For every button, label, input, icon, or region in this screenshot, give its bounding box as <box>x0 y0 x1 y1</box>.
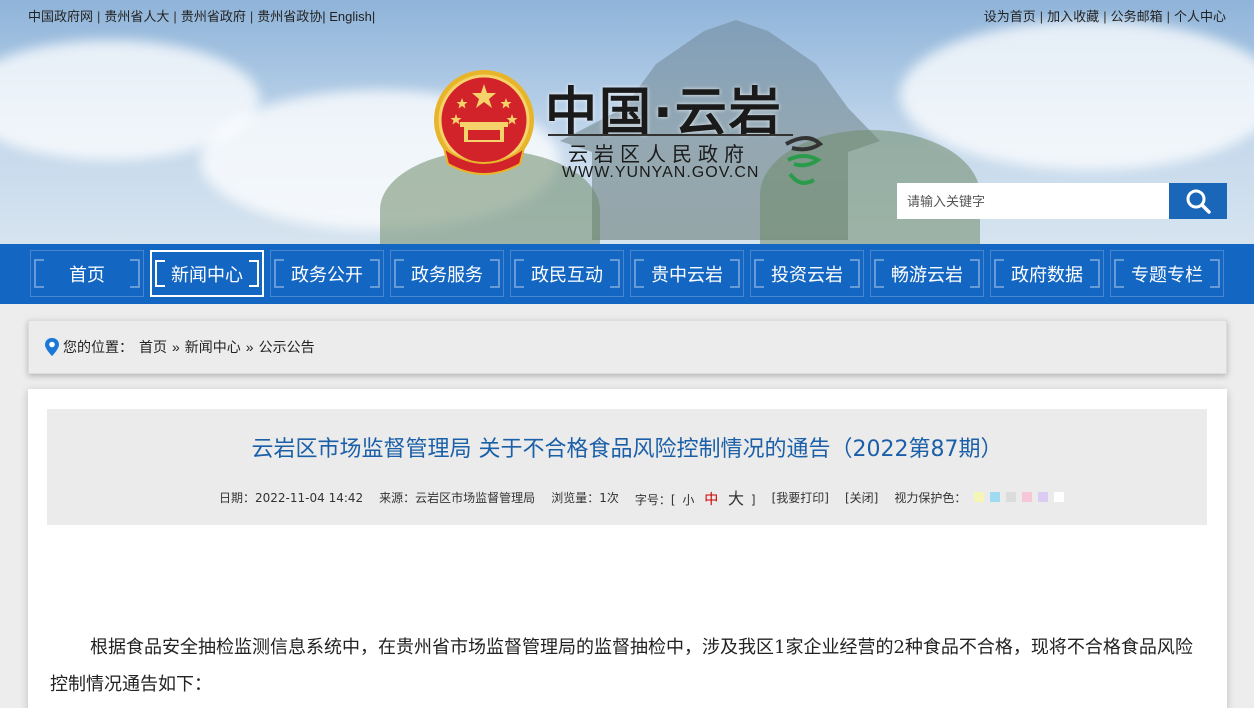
bracket-close: ] <box>750 493 756 507</box>
source-field: 来源：云岩区市场监督管理局 <box>379 489 535 506</box>
nav-item-topics[interactable]: 专题专栏 <box>1110 250 1224 297</box>
separator: | <box>97 9 101 24</box>
views-value: 1次 <box>599 490 619 505</box>
breadcrumb-news[interactable]: 新闻中心 <box>185 337 241 357</box>
national-emblem-icon <box>434 70 534 175</box>
swirl-logo-icon <box>785 136 824 185</box>
separator: | <box>322 9 326 24</box>
source-value: 云岩区市场监督管理局 <box>415 490 536 505</box>
eye-care-label: 视力保护色： <box>894 490 967 505</box>
top-link-npc[interactable]: 贵州省人大 <box>104 9 169 24</box>
article-header: 云岩区市场监督管理局 关于不合格食品风险控制情况的通告（2022第87期） 日期… <box>47 409 1207 525</box>
eye-care-color-swatch[interactable] <box>1022 492 1033 502</box>
title-underline <box>548 134 793 136</box>
search-input[interactable] <box>897 183 1169 219</box>
article-meta: 日期：2022-11-04 14:42 来源：云岩区市场监督管理局 浏览量：1次… <box>219 485 1070 509</box>
nav-item-guizhong[interactable]: 贵中云岩 <box>630 250 744 297</box>
nav-item-news[interactable]: 新闻中心 <box>150 250 264 297</box>
views-field: 浏览量：1次 <box>551 489 619 506</box>
nav-list: 首页 新闻中心 政务公开 政务服务 政民互动 贵中云岩 投资云岩 畅游云岩 政府… <box>30 250 1230 297</box>
eye-care-color-swatch[interactable] <box>990 492 1001 502</box>
nav-item-services[interactable]: 政务服务 <box>390 250 504 297</box>
font-large-button[interactable]: 大 <box>728 489 744 508</box>
separator: | <box>249 9 254 24</box>
eye-care-color-swatch[interactable] <box>1054 492 1065 502</box>
source-label: 来源： <box>379 490 416 505</box>
main-nav: 首页 新闻中心 政务公开 政务服务 政民互动 贵中云岩 投资云岩 畅游云岩 政府… <box>0 244 1254 304</box>
top-link-province[interactable]: 贵州省政府 <box>181 9 246 24</box>
nav-item-travel[interactable]: 畅游云岩 <box>870 250 984 297</box>
separator: | <box>1103 9 1107 24</box>
eye-care-color-swatch[interactable] <box>974 492 985 502</box>
views-label: 浏览量： <box>551 490 600 505</box>
font-size-control: 字号：[ 小 中 大 ] <box>635 485 756 509</box>
top-link-gov[interactable]: 中国政府网 <box>28 9 93 24</box>
separator: | <box>173 9 177 24</box>
breadcrumb: 您的位置： 首页 » 新闻中心 » 公示公告 <box>28 320 1227 374</box>
breadcrumb-home[interactable]: 首页 <box>139 337 167 357</box>
eye-care-swatches <box>974 492 1070 502</box>
set-homepage-link[interactable]: 设为首页 <box>984 9 1036 24</box>
nav-item-data[interactable]: 政府数据 <box>990 250 1104 297</box>
eye-care-color-swatch[interactable] <box>1038 492 1049 502</box>
close-button[interactable]: [关闭] <box>845 489 878 506</box>
article-body: 根据食品安全抽检监测信息系统中，在贵州省市场监督管理局的监督抽检中，涉及我区1家… <box>50 637 1193 695</box>
site-url: WWW.YUNYAN.GOV.CN <box>562 164 760 181</box>
separator: | <box>371 9 376 24</box>
add-favorite-link[interactable]: 加入收藏 <box>1047 9 1099 24</box>
breadcrumb-separator: » <box>245 339 254 355</box>
separator: | <box>1166 9 1170 24</box>
breadcrumb-separator: » <box>172 339 180 355</box>
nav-item-home[interactable]: 首页 <box>30 250 144 297</box>
cloud-decoration <box>900 20 1254 170</box>
mail-link[interactable]: 公务邮箱 <box>1111 9 1163 24</box>
top-links-right: 设为首页 | 加入收藏 | 公务邮箱 | 个人中心 <box>984 6 1226 25</box>
article-title: 云岩区市场监督管理局 关于不合格食品风险控制情况的通告（2022第87期） <box>251 437 1003 462</box>
search-icon <box>1186 189 1211 214</box>
eye-care-color-swatch[interactable] <box>1006 492 1017 502</box>
font-medium-button[interactable]: 中 <box>704 492 718 508</box>
nav-item-gov-affairs[interactable]: 政务公开 <box>270 250 384 297</box>
separator: | <box>1039 9 1044 24</box>
top-links-left: 中国政府网 | 贵州省人大 | 贵州省政府 | 贵州省政协| English| <box>28 6 375 25</box>
date-value: 2022-11-04 14:42 <box>255 490 364 505</box>
location-pin-icon <box>45 338 59 356</box>
nav-item-interaction[interactable]: 政民互动 <box>510 250 624 297</box>
date-field: 日期：2022-11-04 14:42 <box>219 489 363 506</box>
font-small-button[interactable]: 小 <box>682 493 694 507</box>
personal-center-link[interactable]: 个人中心 <box>1174 9 1226 24</box>
breadcrumb-notices[interactable]: 公示公告 <box>259 337 315 357</box>
bracket-open: [ <box>670 493 676 507</box>
top-link-english[interactable]: English <box>329 9 372 24</box>
site-subtitle: 云岩区人民政府 <box>568 142 750 166</box>
top-link-cppcc[interactable]: 贵州省政协 <box>257 9 322 24</box>
font-size-label: 字号： <box>634 493 671 507</box>
print-button[interactable]: [我要打印] <box>772 489 829 506</box>
header-banner: 中国政府网 | 贵州省人大 | 贵州省政府 | 贵州省政协| English| 设为首页 | 加… <box>0 0 1254 244</box>
breadcrumb-label: 您的位置： <box>63 339 133 355</box>
article-panel: 云岩区市场监督管理局 关于不合格食品风险控制情况的通告（2022第87期） 日期… <box>28 389 1227 708</box>
search-button[interactable] <box>1169 183 1227 219</box>
nav-item-invest[interactable]: 投资云岩 <box>750 250 864 297</box>
date-label: 日期： <box>219 490 256 505</box>
